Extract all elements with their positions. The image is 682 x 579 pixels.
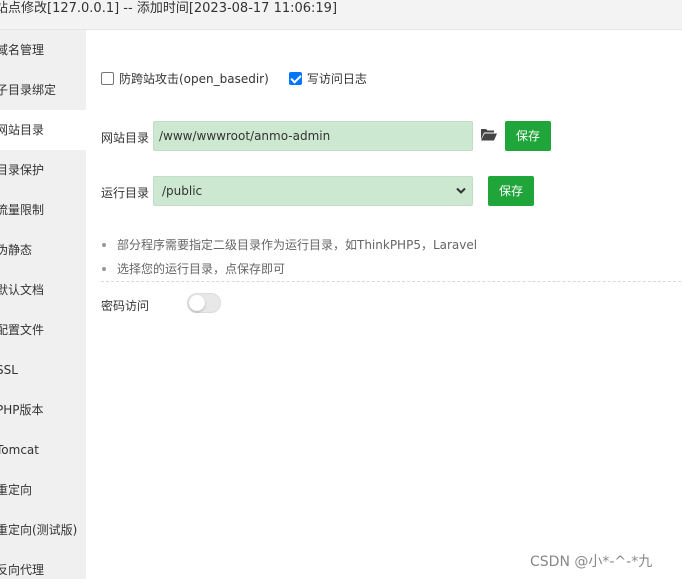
sidebar-item-label: 配置文件 [0, 323, 45, 337]
site-dir-input[interactable]: /www/wwwroot/anmo-admin [153, 121, 473, 151]
sidebar-item-label: 子目录绑定 [0, 83, 57, 97]
sidebar-item-domain[interactable]: 域名管理 [0, 30, 86, 70]
sidebar-item-tomcat[interactable]: Tomcat [0, 430, 86, 470]
sidebar-item-label: 反向代理 [0, 563, 45, 577]
anti-xss-option[interactable]: 防跨站攻击(open_basedir) [101, 70, 269, 87]
window-title-bar: 站点修改[127.0.0.1] -- 添加时间[2023-08-17 11:06… [0, 0, 682, 30]
sidebar-item-php-version[interactable]: PHP版本 [0, 390, 86, 430]
sidebar-item-dir-protection[interactable]: 目录保护 [0, 150, 86, 190]
sidebar-item-ssl[interactable]: SSL [0, 350, 86, 390]
run-dir-selected-value: /public [162, 184, 203, 198]
write-log-label: 写访问日志 [306, 72, 367, 86]
site-dir-label: 网站目录 [101, 131, 150, 145]
sidebar-item-label: 网站目录 [0, 123, 45, 137]
sidebar-item-reverse-proxy[interactable]: 反向代理 [0, 550, 86, 579]
run-dir-select[interactable]: /public [153, 176, 473, 206]
tip-item: 选择您的运行目录，点保存即可 [101, 257, 477, 281]
chevron-down-icon [456, 187, 466, 194]
write-log-option[interactable]: 写访问日志 [288, 70, 367, 87]
main-panel: 防跨站攻击(open_basedir) 写访问日志 网站目录 /www/wwwr… [86, 30, 682, 579]
options-row: 防跨站攻击(open_basedir) 写访问日志 [101, 70, 387, 87]
sidebar-item-label: PHP版本 [0, 403, 44, 417]
watermark: CSDN @小*-^-*九 [530, 554, 653, 570]
sidebar-item-traffic-limit[interactable]: 流量限制 [0, 190, 86, 230]
sidebar-item-subdir-binding[interactable]: 子目录绑定 [0, 70, 86, 110]
write-log-checkbox[interactable] [288, 72, 302, 85]
password-access-label: 密码访问 [101, 299, 150, 313]
sidebar-item-redirect-beta[interactable]: 重定向(测试版) [0, 510, 86, 550]
sidebar-item-label: SSL [0, 363, 18, 377]
sidebar-item-redirect[interactable]: 重定向 [0, 470, 86, 510]
sidebar-item-rewrite[interactable]: 伪静态 [0, 230, 86, 270]
run-dir-label: 运行目录 [101, 186, 150, 200]
sidebar-item-label: 域名管理 [0, 43, 45, 57]
tips-list: 部分程序需要指定二级目录作为运行目录，如ThinkPHP5，Laravel 选择… [101, 233, 477, 281]
sidebar-item-label: 默认文档 [0, 283, 45, 297]
tip-item: 部分程序需要指定二级目录作为运行目录，如ThinkPHP5，Laravel [101, 233, 477, 257]
window-title: 站点修改[127.0.0.1] -- 添加时间[2023-08-17 11:06… [0, 1, 338, 16]
sidebar-item-config-file[interactable]: 配置文件 [0, 310, 86, 350]
sidebar-item-label: Tomcat [0, 443, 39, 457]
sidebar-item-label: 伪静态 [0, 243, 33, 257]
divider [101, 281, 681, 282]
folder-open-icon[interactable] [481, 128, 497, 141]
anti-xss-label: 防跨站攻击(open_basedir) [119, 72, 269, 86]
sidebar-item-label: 重定向 [0, 483, 33, 497]
sidebar-item-default-doc[interactable]: 默认文档 [0, 270, 86, 310]
sidebar-item-site-directory[interactable]: 网站目录 [0, 110, 86, 150]
anti-xss-checkbox[interactable] [101, 72, 114, 85]
run-dir-save-button[interactable]: 保存 [488, 176, 534, 206]
sidebar: 域名管理 子目录绑定 网站目录 目录保护 流量限制 伪静态 默认文档 配置文件 … [0, 30, 86, 579]
sidebar-item-label: 流量限制 [0, 203, 45, 217]
site-dir-save-button[interactable]: 保存 [505, 121, 551, 151]
password-access-toggle[interactable] [187, 293, 221, 313]
sidebar-item-label: 目录保护 [0, 163, 45, 177]
sidebar-item-label: 重定向(测试版) [0, 523, 78, 537]
